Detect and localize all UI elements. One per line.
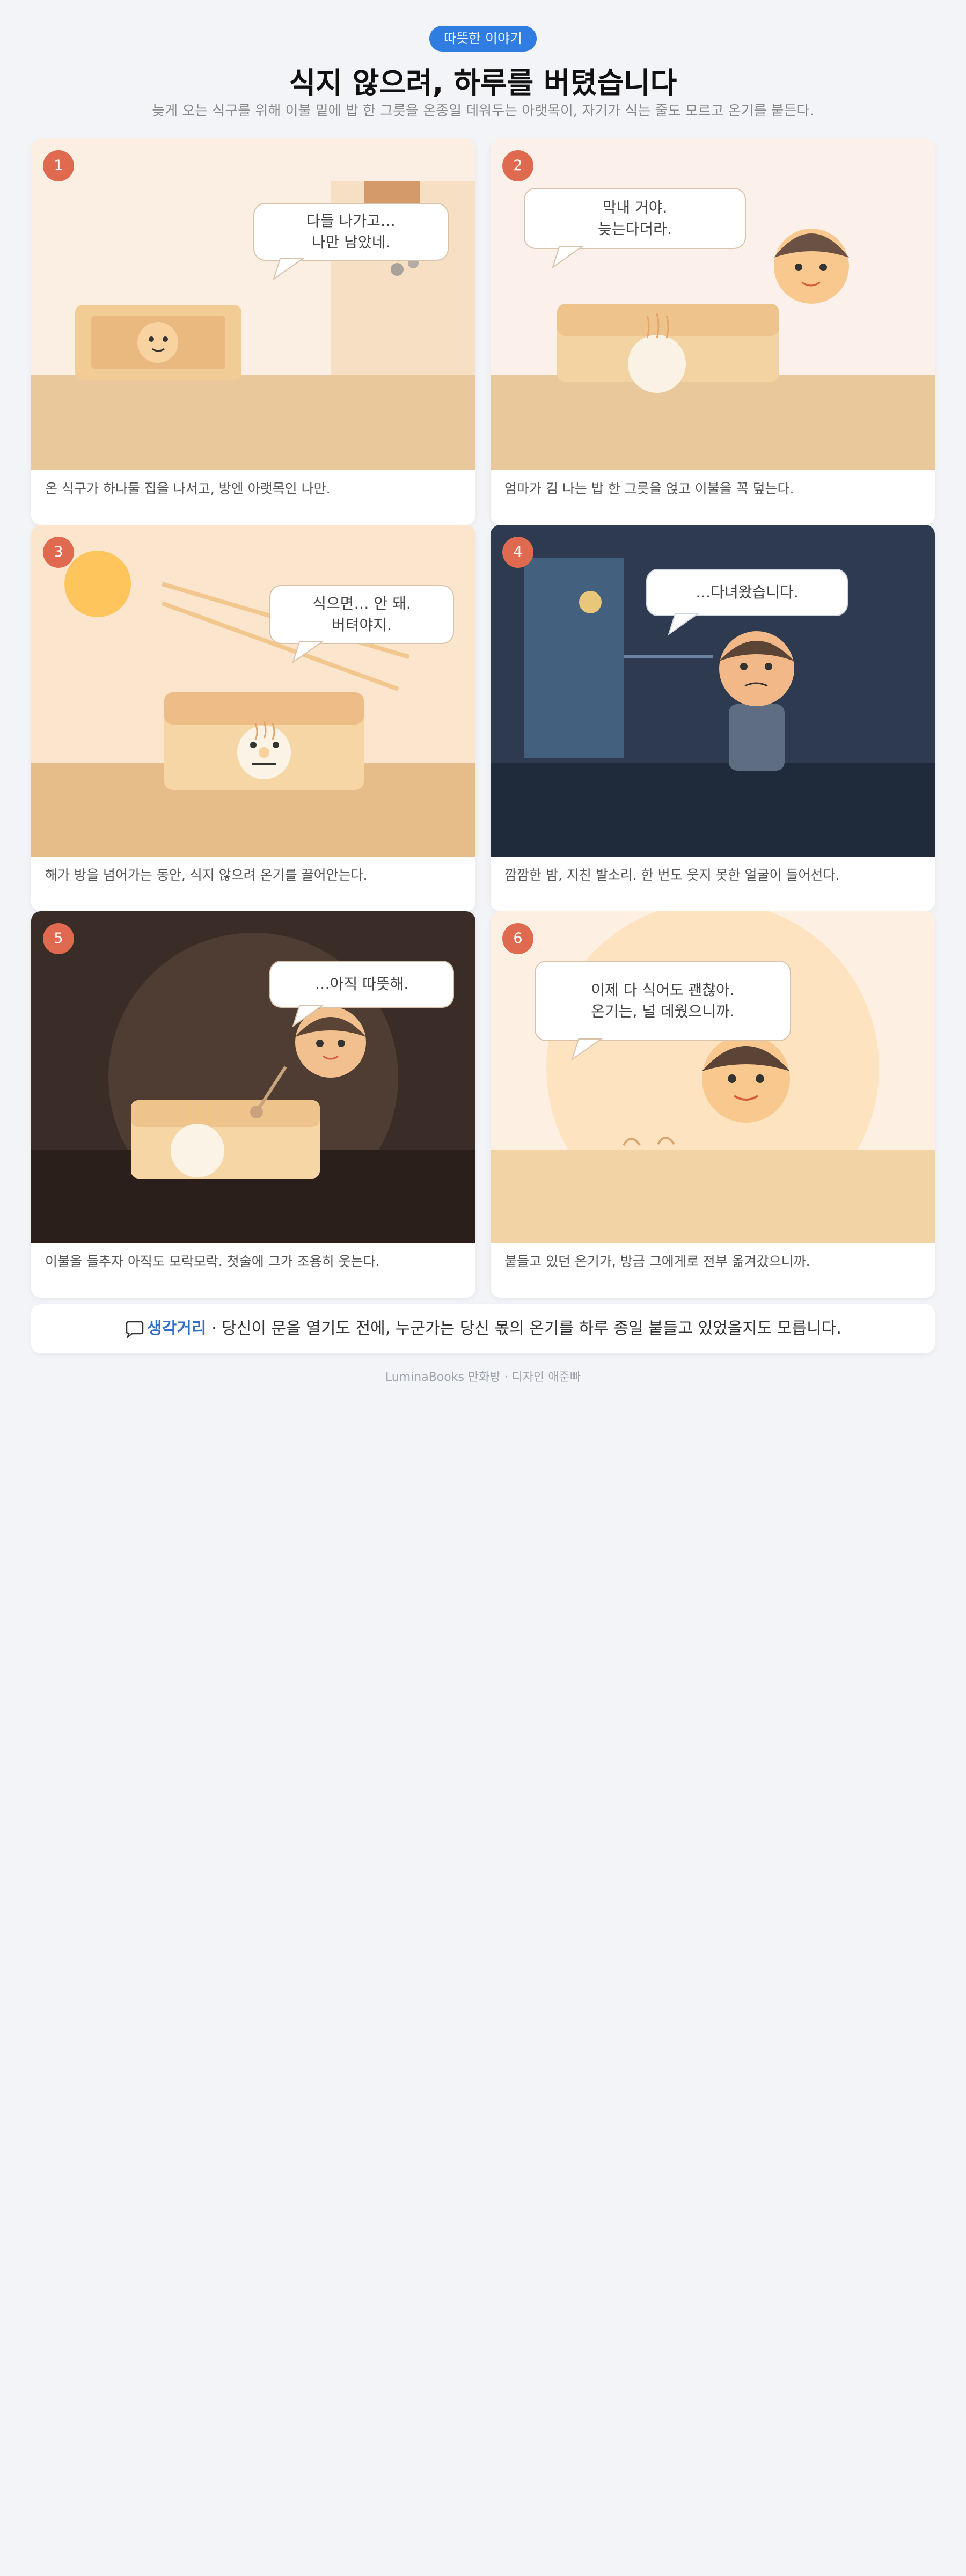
panel-caption: 붙들고 있던 온기가, 방금 그에게로 전부 옮겨갔으니까. — [491, 1243, 935, 1298]
speech-bubble-icon — [126, 1321, 144, 1338]
reflection-text: 당신이 문을 열기도 전에, 누군가는 당신 몫의 온기를 하루 종일 붙들고 … — [222, 1319, 841, 1338]
panel-number-badge: 4 — [502, 537, 533, 568]
panel-1-scene: 1 다들 나가고… 나만 남았네. — [31, 138, 475, 470]
reflection-box: 생각거리 · 당신이 문을 열기도 전에, 누군가는 당신 몫의 온기를 하루 … — [31, 1304, 935, 1353]
panel-number-badge: 5 — [43, 923, 74, 954]
reflection-separator: · — [211, 1319, 217, 1338]
speech-bubble: …다녀왔습니다. — [646, 569, 848, 616]
speech-line: 다들 나가고… — [306, 212, 396, 230]
speech-bubble-tail-icon — [552, 246, 584, 269]
speech-bubble: 식으면… 안 돼. 버텨야지. — [269, 585, 454, 644]
speech-bubble-tail-icon — [292, 1005, 324, 1028]
comic-panel-5: 5 …아직 따뜻해. 이불을 들추자 아직도 모락모락. 첫술에 그가 조용히 … — [31, 911, 475, 1298]
speech-bubble: …아직 따뜻해. — [269, 961, 454, 1008]
speech-line: 이제 다 식어도 괜찮아. — [591, 981, 735, 999]
panel-2-scene: 2 막내 거야. 늦는다더라. — [491, 138, 935, 470]
speech-bubble: 막내 거야. 늦는다더라. — [524, 188, 746, 249]
panel-1-illustration — [31, 138, 475, 470]
speech-line: 식으면… 안 돼. — [312, 595, 411, 612]
panel-caption: 이불을 들추자 아직도 모락모락. 첫술에 그가 조용히 웃는다. — [31, 1243, 475, 1298]
panel-3-illustration — [31, 525, 475, 857]
credit-line: LuminaBooks 만화방 · 디자인 애준빠 — [385, 1371, 581, 1384]
panel-number-badge: 3 — [43, 537, 74, 568]
reflection-label: 생각거리 — [147, 1319, 207, 1338]
speech-line: 늦는다더라. — [598, 220, 672, 238]
comic-panel-2: 2 막내 거야. 늦는다더라. 엄마가 김 나는 밥 한 그릇을 얹고 이불을 … — [491, 138, 935, 525]
comic-panel-6: 6 이제 다 식어도 괜찮아. 온기는, 널 데웠으니까. 붙들고 있던 온기가… — [491, 911, 935, 1298]
panel-6-scene: 6 이제 다 식어도 괜찮아. 온기는, 널 데웠으니까. — [491, 911, 935, 1243]
comic-panel-1: 1 다들 나가고… 나만 남았네. 온 식구가 하나둘 집을 나서고, 방엔 아… — [31, 138, 475, 525]
speech-bubble: 이제 다 식어도 괜찮아. 온기는, 널 데웠으니까. — [535, 961, 791, 1041]
panel-number-badge: 2 — [502, 150, 533, 181]
speech-bubble-tail-icon — [292, 641, 324, 664]
panel-3-scene: 3 식으면… 안 돼. 버텨야지. — [31, 525, 475, 857]
page-subtitle: 늦게 오는 식구를 위해 이불 밑에 밥 한 그릇을 온종일 데워두는 아랫목이… — [152, 103, 814, 119]
panel-number-badge: 6 — [502, 923, 533, 954]
speech-line: 버텨야지. — [332, 616, 392, 634]
panel-caption: 엄마가 김 나는 밥 한 그릇을 얹고 이불을 꼭 덮는다. — [491, 470, 935, 525]
panel-caption: 온 식구가 하나둘 집을 나서고, 방엔 아랫목인 나만. — [31, 470, 475, 525]
speech-line: 온기는, 널 데웠으니까. — [591, 1002, 735, 1020]
speech-line: …아직 따뜻해. — [314, 975, 409, 993]
comic-panel-3: 3 식으면… 안 돼. 버텨야지. 해가 방을 넘어가는 동안, 식지 않으려 … — [31, 525, 475, 911]
panel-4-scene: 4 …다녀왔습니다. — [491, 525, 935, 857]
speech-line: …다녀왔습니다. — [696, 583, 799, 601]
panel-number-badge: 1 — [43, 150, 74, 181]
speech-bubble: 다들 나가고… 나만 남았네. — [253, 203, 449, 261]
page-title: 식지 않으려, 하루를 버텼습니다 — [289, 66, 677, 100]
panel-caption: 깜깜한 밤, 지친 발소리. 한 번도 웃지 못한 얼굴이 들어선다. — [491, 857, 935, 911]
speech-line: 막내 거야. — [602, 199, 668, 216]
speech-bubble-tail-icon — [571, 1038, 603, 1061]
comic-panel-4: 4 …다녀왔습니다. 깜깜한 밤, 지친 발소리. 한 번도 웃지 못한 얼굴이… — [491, 525, 935, 911]
speech-bubble-tail-icon — [668, 613, 700, 636]
speech-line: 나만 남았네. — [311, 233, 391, 251]
panel-caption: 해가 방을 넘어가는 동안, 식지 않으려 온기를 끌어안는다. — [31, 857, 475, 911]
panel-5-scene: 5 …아직 따뜻해. — [31, 911, 475, 1243]
category-badge: 따뜻한 이야기 — [429, 26, 537, 52]
speech-bubble-tail-icon — [273, 258, 305, 281]
